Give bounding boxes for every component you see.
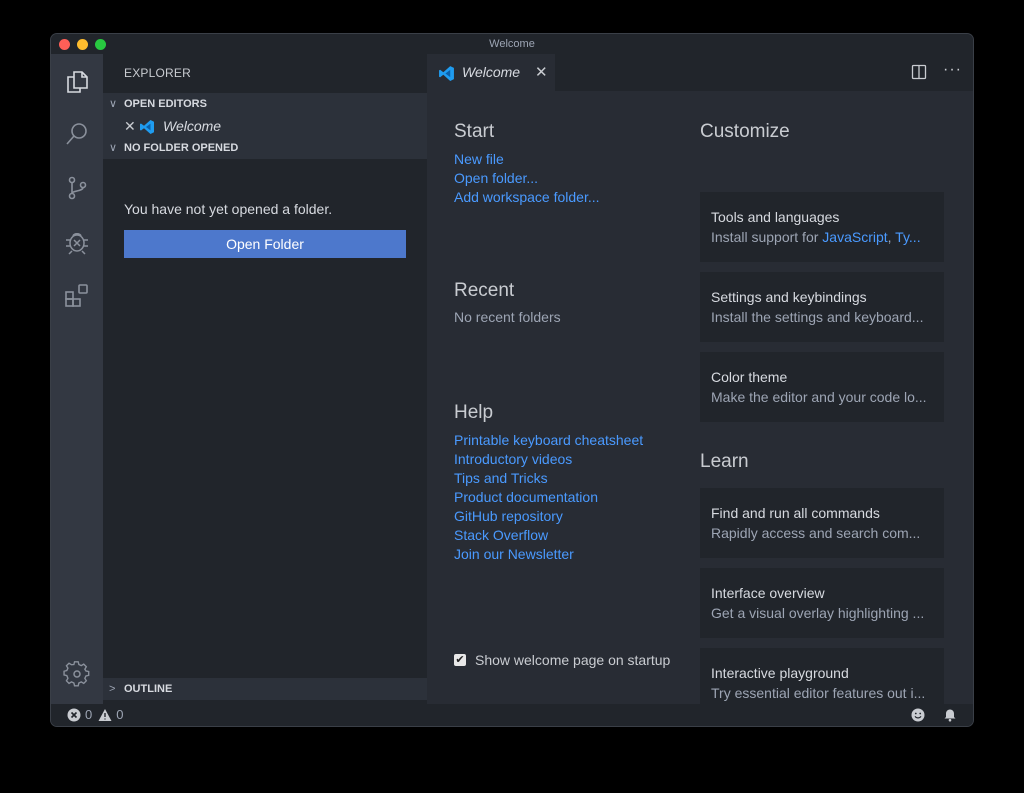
card-title: Tools and languages	[711, 209, 840, 225]
warning-count: 0	[116, 707, 124, 722]
card-settings-and-keybindings[interactable]: Settings and keybindings Install the set…	[700, 272, 944, 342]
github-repository-link[interactable]: GitHub repository	[454, 507, 643, 526]
problems-status[interactable]: 0 0	[67, 704, 123, 726]
stack-overflow-link[interactable]: Stack Overflow	[454, 526, 643, 545]
keyboard-cheatsheet-link[interactable]: Printable keyboard cheatsheet	[454, 431, 643, 450]
card-title: Color theme	[711, 369, 788, 385]
split-editor-icon	[911, 64, 927, 80]
vscode-logo-icon	[439, 66, 454, 81]
card-title: Settings and keybindings	[711, 289, 867, 305]
add-workspace-folder-link[interactable]: Add workspace folder...	[454, 188, 600, 207]
activity-bar	[51, 54, 103, 704]
card-description: Install support for JavaScript, Ty...	[711, 229, 933, 245]
card-interface-overview[interactable]: Interface overview Get a visual overlay …	[700, 568, 944, 638]
card-title: Interactive playground	[711, 665, 849, 681]
notifications-button[interactable]	[943, 704, 961, 726]
title-bar: Welcome	[51, 34, 973, 54]
open-editor-item[interactable]: ✕ Welcome	[103, 115, 427, 137]
help-heading: Help	[454, 402, 494, 423]
card-tools-and-languages[interactable]: Tools and languages Install support for …	[700, 192, 944, 262]
section-label: OPEN EDITORS	[124, 98, 207, 110]
welcome-page: Start New file Open folder... Add worksp…	[427, 91, 973, 718]
card-description: Install the settings and keyboard...	[711, 309, 924, 325]
help-links: Printable keyboard cheatsheet Introducto…	[454, 431, 643, 564]
vscode-logo-icon	[140, 120, 154, 134]
card-description: Get a visual overlay highlighting ...	[711, 605, 925, 621]
activity-search[interactable]	[61, 118, 93, 150]
section-label: NO FOLDER OPENED	[124, 142, 239, 154]
card-find-and-run-commands[interactable]: Find and run all commands Rapidly access…	[700, 488, 944, 558]
product-documentation-link[interactable]: Product documentation	[454, 488, 643, 507]
start-heading: Start	[454, 121, 495, 142]
activity-debug[interactable]	[61, 226, 93, 258]
card-color-theme[interactable]: Color theme Make the editor and your cod…	[700, 352, 944, 422]
section-label: OUTLINE	[124, 683, 173, 695]
startup-checkbox-label: Show welcome page on startup	[475, 652, 671, 668]
section-no-folder-opened[interactable]: ∨ NO FOLDER OPENED	[103, 137, 427, 159]
bell-icon	[944, 709, 956, 722]
show-welcome-on-startup[interactable]: ✔ Show welcome page on startup	[454, 652, 670, 668]
error-count: 0	[85, 707, 93, 722]
card-description: Try essential editor features out i...	[711, 685, 926, 701]
section-outline[interactable]: > OUTLINE	[103, 678, 427, 700]
no-folder-message: You have not yet opened a folder.	[124, 201, 333, 217]
tab-welcome[interactable]: Welcome ✕	[427, 54, 555, 91]
recent-heading: Recent	[454, 280, 515, 301]
learn-heading: Learn	[700, 451, 749, 472]
open-editor-label: Welcome	[163, 118, 222, 134]
open-folder-button[interactable]: Open Folder	[124, 230, 406, 258]
card-description: Rapidly access and search com...	[711, 525, 921, 541]
explorer-sidebar: EXPLORER ∨ OPEN EDITORS ✕ Welcome ∨ NO F…	[103, 54, 427, 704]
customize-heading: Customize	[700, 121, 790, 142]
ellipsis-icon: ···	[943, 61, 962, 78]
newsletter-link[interactable]: Join our Newsletter	[454, 545, 643, 564]
tips-and-tricks-link[interactable]: Tips and Tricks	[454, 469, 643, 488]
editor-tab-bar: Welcome ✕ ···	[427, 54, 973, 91]
extensions-icon	[65, 284, 88, 307]
warning-icon	[98, 709, 112, 721]
maximize-window-button[interactable]	[95, 39, 106, 50]
chevron-down-icon: ∨	[109, 142, 118, 154]
close-icon[interactable]: ✕	[535, 63, 548, 81]
card-description: Make the editor and your code lo...	[711, 389, 927, 405]
new-file-link[interactable]: New file	[454, 150, 600, 169]
search-icon	[66, 123, 87, 145]
section-open-editors[interactable]: ∨ OPEN EDITORS	[103, 93, 427, 115]
card-title: Find and run all commands	[711, 505, 880, 521]
javascript-link[interactable]: JavaScript	[822, 229, 887, 245]
source-control-icon	[68, 176, 87, 200]
close-icon[interactable]: ✕	[124, 115, 136, 137]
open-folder-link[interactable]: Open folder...	[454, 169, 600, 188]
gear-icon	[63, 661, 90, 687]
vscode-window: Welcome EXPLORER ∨ OPEN EDITORS ✕ Welcom…	[51, 34, 973, 726]
smiley-icon	[911, 708, 925, 722]
activity-extensions[interactable]	[61, 280, 93, 312]
card-desc-text: Install support for	[711, 229, 823, 245]
startup-checkbox[interactable]: ✔	[454, 654, 466, 666]
files-icon	[67, 71, 88, 93]
close-window-button[interactable]	[59, 39, 70, 50]
introductory-videos-link[interactable]: Introductory videos	[454, 450, 643, 469]
feedback-button[interactable]	[911, 704, 929, 726]
split-editor-button[interactable]	[911, 64, 927, 85]
error-icon	[67, 708, 81, 722]
status-bar: 0 0	[51, 704, 973, 726]
chevron-right-icon: >	[109, 683, 116, 695]
tab-label: Welcome	[462, 64, 521, 80]
card-title: Interface overview	[711, 585, 825, 601]
activity-manage[interactable]	[61, 658, 93, 690]
start-links: New file Open folder... Add workspace fo…	[454, 150, 600, 207]
chevron-down-icon: ∨	[109, 98, 118, 110]
debug-icon	[66, 233, 88, 255]
typescript-link[interactable]: Ty...	[895, 229, 920, 245]
window-title: Welcome	[489, 38, 535, 50]
minimize-window-button[interactable]	[77, 39, 88, 50]
no-recent-folders: No recent folders	[454, 309, 561, 325]
activity-source-control[interactable]	[61, 172, 93, 204]
activity-explorer[interactable]	[61, 66, 93, 98]
more-actions-button[interactable]: ···	[943, 61, 962, 79]
sidebar-title: EXPLORER	[124, 66, 191, 80]
